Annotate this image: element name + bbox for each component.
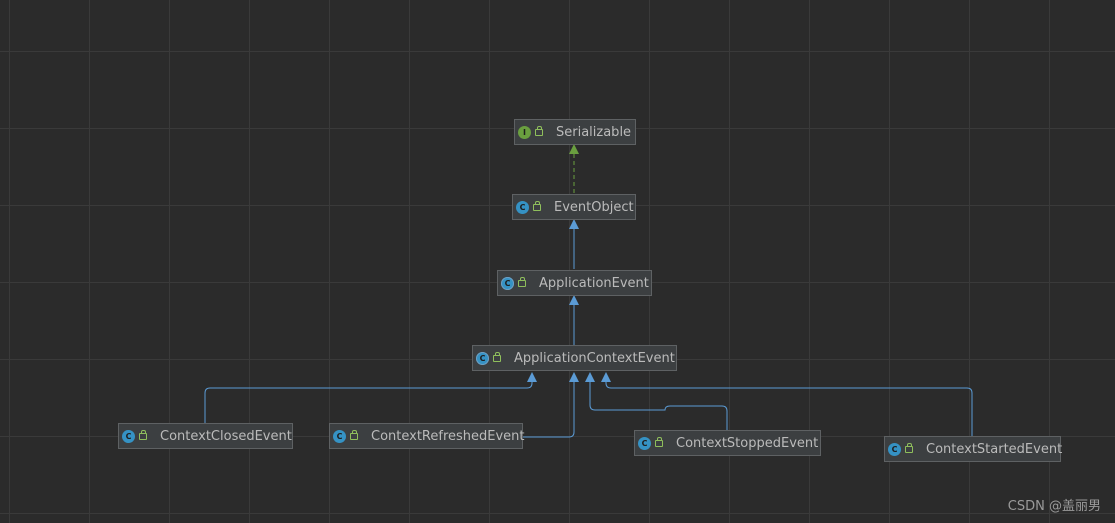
- abstract-class-icon: C: [476, 351, 489, 365]
- abstract-class-icon: C: [501, 276, 514, 290]
- public-lock-icon: [905, 442, 913, 453]
- public-lock-icon: [533, 200, 541, 211]
- node-contextrefreshedevent[interactable]: C ContextRefreshedEvent: [329, 423, 525, 449]
- public-lock-icon: [139, 429, 147, 440]
- public-lock-icon: [535, 125, 543, 136]
- node-applicationevent[interactable]: C ApplicationEvent: [497, 270, 652, 296]
- public-lock-icon: [655, 436, 663, 447]
- node-applicationcontextevent[interactable]: C ApplicationContextEvent: [472, 345, 677, 371]
- edge-contextstartedevent-extends-applicationcontextevent: [601, 372, 973, 436]
- node-label: Serializable: [556, 124, 632, 140]
- public-lock-icon: [350, 429, 358, 440]
- node-eventobject[interactable]: C EventObject: [512, 194, 636, 220]
- node-serializable[interactable]: I Serializable: [514, 119, 636, 145]
- node-label: ApplicationContextEvent: [514, 350, 675, 366]
- public-lock-icon: [518, 276, 526, 287]
- class-icon: C: [888, 442, 901, 456]
- node-label: ContextClosedEvent: [160, 428, 292, 444]
- class-icon: C: [638, 436, 651, 450]
- public-lock-icon: [493, 351, 501, 362]
- node-contextclosedevent[interactable]: C ContextClosedEvent: [118, 423, 293, 449]
- node-label: ContextStoppedEvent: [676, 435, 819, 451]
- edge-contextclosedevent-extends-applicationcontextevent: [204, 372, 537, 423]
- class-icon: C: [122, 429, 135, 443]
- node-contextstartedevent[interactable]: C ContextStartedEvent: [884, 436, 1063, 462]
- edge-contextrefreshedevent-extends-applicationcontextevent: [523, 372, 579, 438]
- edge-contextstoppedevent-extends-applicationcontextevent: [585, 372, 728, 430]
- node-contextstoppedevent[interactable]: C ContextStoppedEvent: [634, 430, 821, 456]
- node-label: ContextRefreshedEvent: [371, 428, 525, 444]
- node-label: ApplicationEvent: [539, 275, 649, 291]
- node-label: EventObject: [554, 199, 634, 215]
- class-icon: C: [333, 429, 346, 443]
- class-icon: C: [516, 200, 529, 214]
- interface-icon: I: [518, 125, 531, 139]
- node-label: ContextStartedEvent: [926, 441, 1063, 457]
- watermark: CSDN @盖丽男: [1007, 499, 1101, 514]
